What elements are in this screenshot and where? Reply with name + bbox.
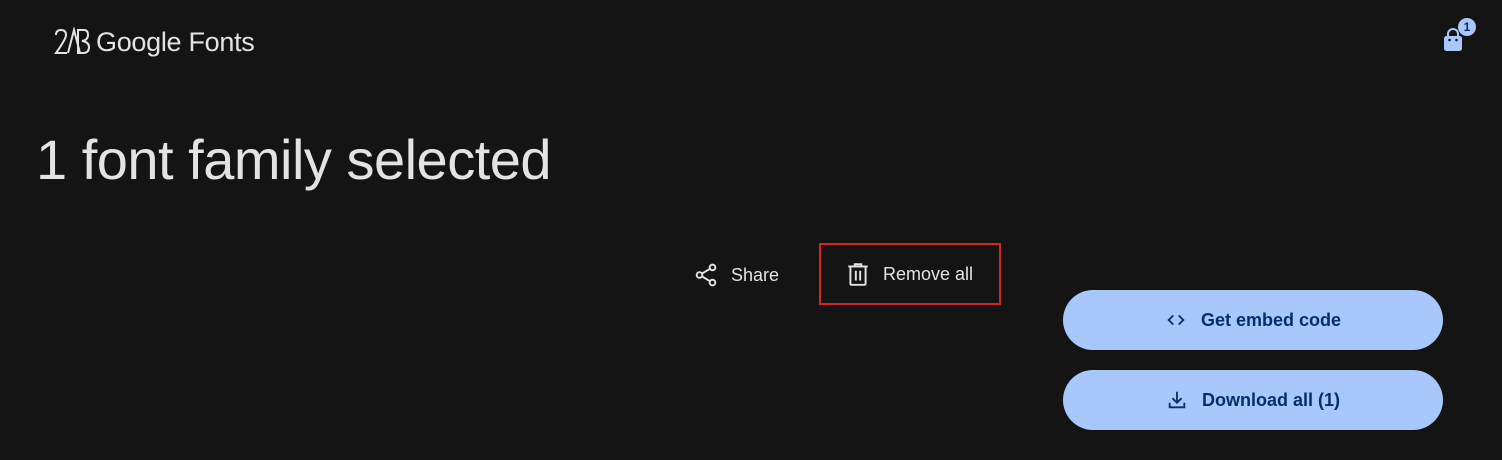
remove-all-label: Remove all <box>883 263 974 284</box>
get-embed-code-button[interactable]: Get embed code <box>1063 290 1443 350</box>
selected-families-bag-button[interactable]: 1 <box>1440 18 1480 58</box>
page-title: 1 font family selected <box>36 128 552 191</box>
app-root: Google Fonts 1 1 font family selected Sh… <box>0 0 1502 460</box>
share-button[interactable]: Share <box>693 261 779 289</box>
google-fonts-logo-icon <box>54 27 90 54</box>
remove-all-button[interactable]: Remove all <box>819 243 1001 305</box>
code-icon <box>1167 314 1185 326</box>
logo-text: Google Fonts <box>96 27 255 57</box>
share-icon <box>695 263 717 287</box>
download-icon <box>1168 391 1186 409</box>
cart-count-badge: 1 <box>1458 18 1476 36</box>
trash-icon <box>848 263 868 286</box>
embed-label: Get embed code <box>1200 309 1342 330</box>
download-label: Download all (1) <box>1201 389 1340 410</box>
google-fonts-logo[interactable]: Google Fonts <box>54 27 255 57</box>
download-all-button[interactable]: Download all (1) <box>1063 370 1443 430</box>
share-label: Share <box>731 264 780 285</box>
